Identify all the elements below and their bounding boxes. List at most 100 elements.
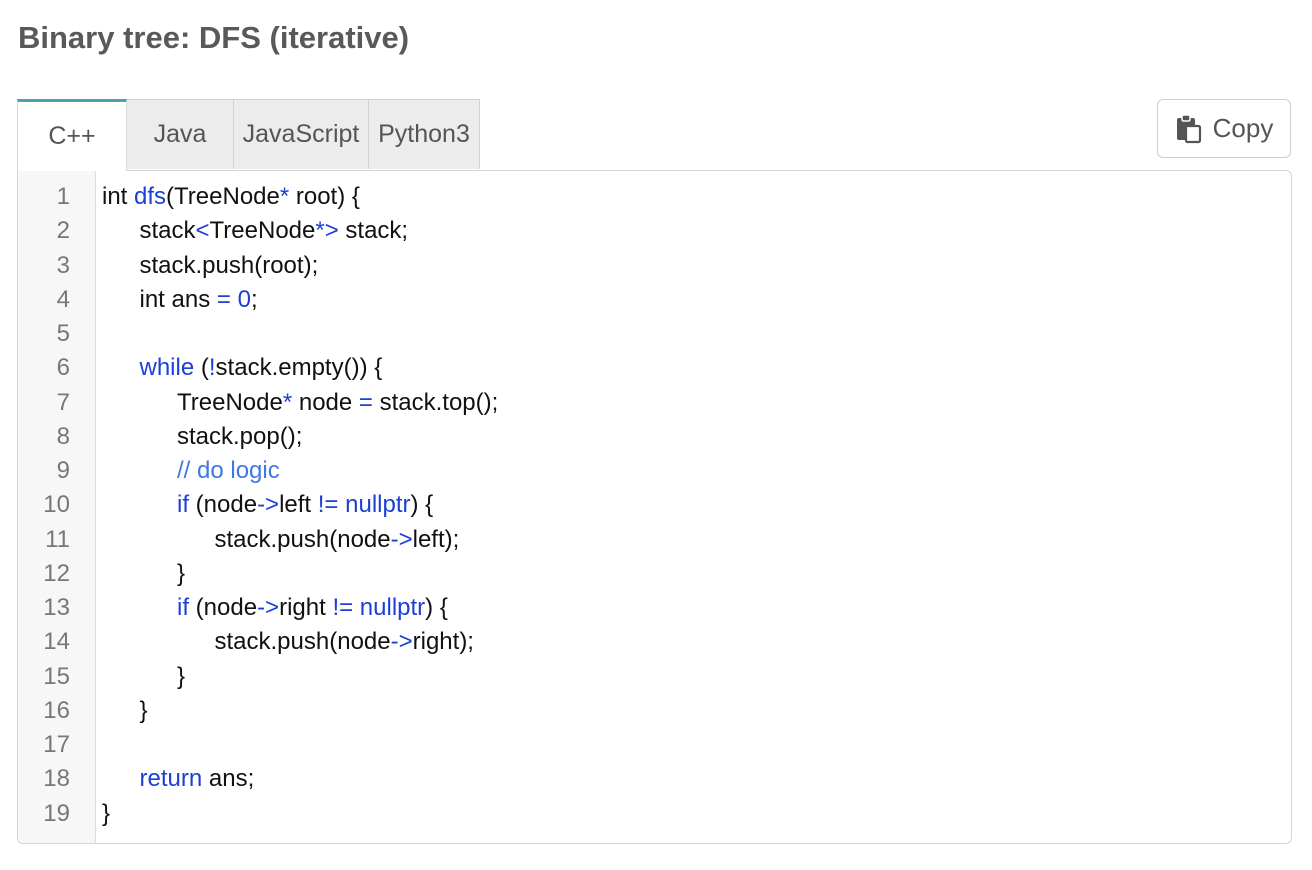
code-token: // do logic: [177, 457, 280, 484]
code-token: int: [102, 183, 135, 210]
code-token: ;: [250, 285, 258, 313]
code-line: return ans;: [140, 762, 255, 796]
code-line: stack.push(node->left);: [215, 523, 460, 557]
code-token: }: [102, 799, 111, 827]
code-line: }: [177, 660, 185, 694]
line-number: 15: [43, 662, 70, 690]
line-number: 19: [43, 799, 70, 827]
code-token: return: [139, 765, 203, 793]
page-title: Binary tree: DFS (iterative): [18, 20, 410, 55]
line-number: 8: [56, 422, 70, 450]
code-token: ans;: [202, 765, 255, 793]
code-token: right);: [412, 628, 474, 656]
code-line: int dfs(TreeNode* root) {: [102, 180, 360, 214]
code-token: (TreeNode: [166, 183, 280, 210]
line-number: 1: [56, 183, 70, 210]
code-token: stack.top();: [372, 388, 499, 416]
tab-java[interactable]: Java: [126, 99, 234, 169]
code-token: right: [279, 594, 333, 621]
tab-python3[interactable]: Python3: [368, 99, 480, 169]
line-number: 18: [43, 765, 70, 793]
code-token: node: [292, 388, 359, 416]
code-line: stack<TreeNode*> stack;: [140, 214, 409, 248]
code-token: int ans: [139, 285, 217, 313]
line-number-gutter: 1 2 3 4 5 6 7 8 9 10 11 12 13 14 15 16 17 18 19: [18, 171, 96, 843]
code-line: stack.pop();: [177, 420, 302, 454]
line-number: 2: [56, 217, 70, 245]
code-line: // do logic: [177, 454, 280, 488]
code-line: stack.push(node->right);: [215, 625, 474, 659]
code-line: while (!stack.empty()) {: [140, 351, 383, 385]
code-token: }: [139, 696, 148, 724]
code-token: while: [139, 354, 195, 382]
code-line: if (node->right != nullptr) {: [177, 591, 448, 625]
line-number: 17: [43, 731, 70, 758]
code-token: ) {: [410, 491, 434, 519]
line-number: 13: [43, 594, 70, 621]
code-line: TreeNode* node = stack.top();: [177, 386, 498, 420]
line-number: 6: [56, 354, 70, 382]
line-number: 3: [56, 251, 70, 279]
code-line: if (node->left != nullptr) {: [177, 488, 433, 522]
line-number: 7: [56, 388, 70, 416]
code-line: int ans = 0;: [140, 283, 258, 317]
code-token: stack.push(root);: [139, 251, 319, 279]
code-token: !=: [332, 594, 354, 621]
tab-javascript[interactable]: JavaScript: [233, 99, 369, 169]
code-token: TreeNode: [209, 217, 316, 245]
code-token: 0: [237, 285, 251, 313]
line-number: 4: [56, 285, 70, 313]
code-token: root) {: [289, 183, 360, 210]
code-token: (node: [189, 594, 258, 621]
code-token: if: [177, 594, 189, 621]
code-token: ->: [390, 525, 413, 553]
code-token: stack.empty()) {: [215, 354, 383, 382]
code-token: =: [216, 285, 231, 313]
code-token: stack.push(node: [214, 628, 391, 656]
code-token: *: [279, 183, 290, 210]
line-number: 11: [45, 525, 70, 553]
line-number: 12: [43, 559, 70, 587]
line-number: 16: [43, 696, 70, 724]
code-token: left: [279, 491, 318, 519]
copy-button[interactable]: Copy: [1157, 99, 1291, 158]
code-token: ) {: [425, 594, 448, 621]
code-token: *>: [315, 217, 339, 245]
tab-cpp[interactable]: C++: [17, 99, 127, 171]
code-token: <: [195, 217, 210, 245]
line-number: 14: [43, 628, 70, 656]
code-token: !=: [317, 491, 339, 519]
code-line: }: [140, 694, 148, 728]
code-token: stack.push(node: [214, 525, 391, 553]
code-token: nullptr: [345, 491, 411, 519]
code-token: }: [177, 662, 186, 690]
code-editor: 1 2 3 4 5 6 7 8 9 10 11 12 13 14 15 16 17 18 19 int dfs(Tr…: [17, 170, 1292, 844]
clipboard-icon: [1176, 113, 1201, 143]
code-token: stack;: [338, 217, 409, 245]
code-token: left);: [412, 525, 460, 553]
code-token: stack: [139, 217, 196, 245]
language-tabs: C++ Java JavaScript Python3: [17, 99, 480, 171]
code-token: ->: [390, 628, 413, 656]
line-number: 10: [43, 491, 70, 519]
code-token: (: [194, 354, 209, 382]
copy-label: Copy: [1212, 113, 1274, 143]
code-token: if: [177, 491, 189, 519]
line-number: 9: [56, 457, 70, 484]
code-line: }: [102, 797, 110, 831]
code-token: nullptr: [359, 594, 426, 621]
code-line: }: [177, 557, 185, 591]
code-token: }: [177, 559, 186, 587]
code-token: stack.pop();: [177, 422, 303, 450]
code-token: !: [208, 354, 216, 382]
code-token: dfs: [134, 183, 167, 210]
line-number: 5: [56, 320, 70, 347]
code-token: (node: [189, 491, 258, 519]
code-token: ->: [257, 491, 280, 519]
code-token: ->: [257, 594, 280, 621]
code-token: TreeNode: [177, 388, 283, 416]
code-line: stack.push(root);: [140, 249, 319, 283]
code-token: *: [282, 388, 293, 416]
